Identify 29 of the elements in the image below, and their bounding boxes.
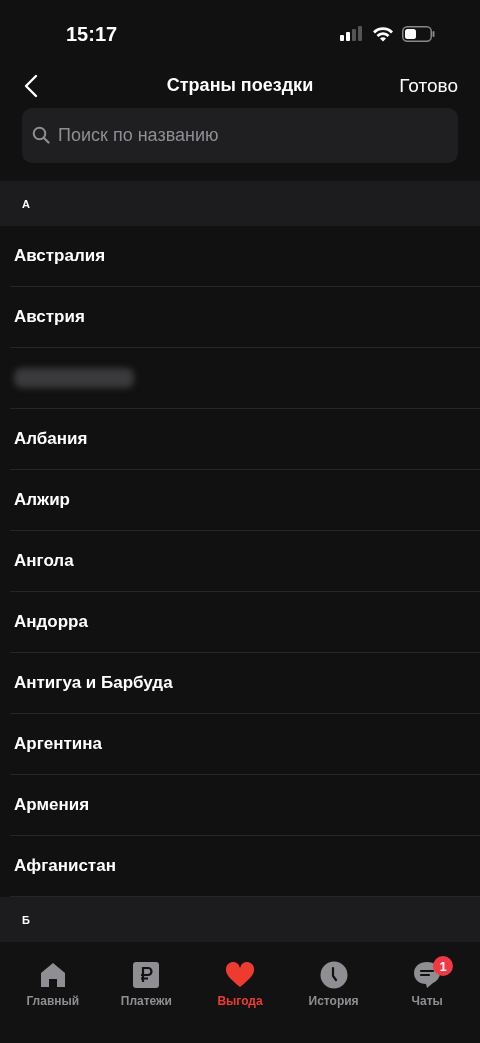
clock-icon [319, 961, 348, 990]
country-item[interactable]: Армения [14, 795, 90, 816]
country-item[interactable]: Аргентина [14, 734, 102, 755]
wifi-icon [372, 26, 394, 43]
section-letter: А [22, 197, 30, 210]
country-item[interactable]: Албания [14, 429, 88, 450]
page-title: Страны поездки [166, 75, 314, 97]
search-field[interactable]: Поиск по названию [22, 108, 458, 164]
tab-item[interactable]: История [293, 960, 374, 1009]
battery-icon [402, 26, 436, 43]
country-item[interactable]: Андорра [14, 612, 88, 633]
back-button[interactable] [24, 73, 38, 98]
country-item[interactable]: Антигуа и Барбуда [14, 673, 173, 694]
section-letter: Б [22, 913, 30, 926]
unread-badge: 1 [433, 956, 454, 977]
tab-item[interactable]: Платежи [106, 960, 187, 1009]
tab-item[interactable]: Главный [12, 960, 93, 1009]
country-item[interactable]: Алжир [14, 490, 70, 511]
country-item[interactable]: Афганистан [14, 856, 116, 877]
home-icon [38, 961, 67, 990]
country-item[interactable]: Австралия [14, 246, 106, 267]
signal-icon [340, 26, 364, 43]
done-button[interactable]: Готово [399, 74, 458, 97]
heart-icon [225, 962, 255, 989]
tab-item[interactable]: Выгода [200, 960, 280, 1009]
status-time: 15:17 [66, 22, 118, 46]
country-item[interactable]: Австрия [14, 307, 85, 328]
ruble-icon [133, 962, 160, 989]
country-item[interactable]: Ангола [14, 551, 74, 572]
